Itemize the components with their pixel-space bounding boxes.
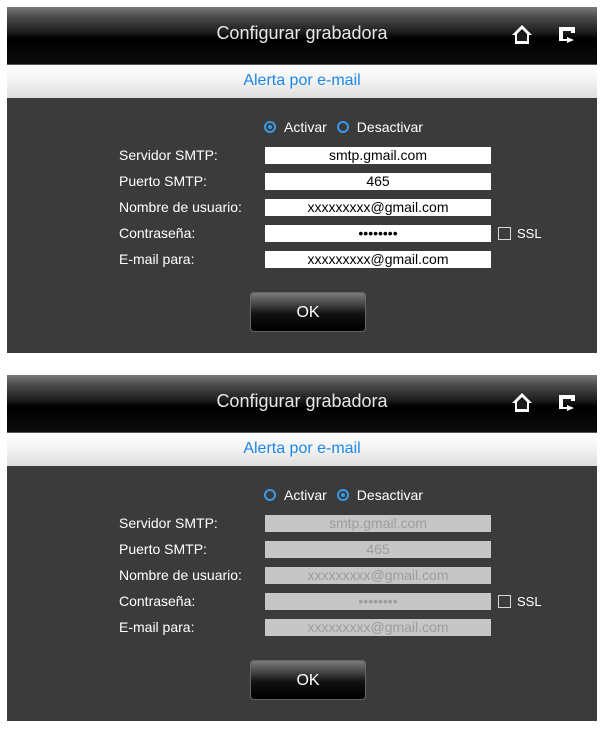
home-icon[interactable] (511, 24, 533, 46)
username-label: Nombre de usuario: (119, 567, 242, 583)
deactivate-radio[interactable] (336, 489, 349, 501)
password-field: •••••••• (265, 593, 491, 610)
username-label: Nombre de usuario: (119, 199, 242, 215)
deactivate-label: Desactivar (356, 119, 423, 135)
ok-button[interactable]: OK (250, 660, 366, 700)
page-title: Configurar grabadora (216, 23, 388, 43)
smtp-server-field: smtp.gmail.com (265, 515, 491, 532)
activate-radio[interactable] (264, 121, 276, 133)
activate-radio[interactable] (264, 489, 276, 501)
deactivate-label: Desactivar (356, 487, 423, 503)
email-to-label: E-mail para: (119, 251, 195, 267)
ok-button[interactable]: OK (250, 292, 366, 332)
username-field[interactable]: xxxxxxxxx@gmail.com (265, 199, 491, 216)
mode-radio-group: Activar Desactivar (264, 485, 433, 505)
smtp-port-field: 465 (265, 541, 491, 558)
smtp-port-field[interactable]: 465 (265, 173, 491, 190)
page-title: Configurar grabadora (216, 391, 388, 411)
smtp-port-label: Puerto SMTP: (119, 173, 207, 189)
password-label: Contraseña: (119, 225, 196, 241)
section-title: Alerta por e-mail (243, 440, 361, 457)
email-to-field: xxxxxxxxx@gmail.com (265, 619, 491, 636)
ssl-checkbox[interactable] (498, 595, 511, 608)
subtitle-bar: Alerta por e-mail (7, 433, 597, 466)
smtp-server-label: Servidor SMTP: (119, 147, 218, 163)
title-bar: Configurar grabadora (7, 7, 597, 65)
ssl-label: SSL (517, 594, 542, 609)
smtp-port-label: Puerto SMTP: (119, 541, 207, 557)
subtitle-bar: Alerta por e-mail (7, 65, 597, 98)
title-bar: Configurar grabadora (7, 375, 597, 433)
password-field[interactable]: •••••••• (265, 225, 491, 242)
activate-label: Activar (284, 119, 327, 135)
mode-radio-group: Activar Desactivar (264, 117, 433, 137)
username-field: xxxxxxxxx@gmail.com (265, 567, 491, 584)
ssl-checkbox[interactable] (498, 227, 511, 240)
section-title: Alerta por e-mail (243, 72, 361, 89)
password-label: Contraseña: (119, 593, 196, 609)
deactivate-radio[interactable] (336, 121, 349, 133)
email-alert-screen-disabled: Configurar grabadora Alerta por e-mail A… (7, 375, 597, 721)
email-to-field[interactable]: xxxxxxxxx@gmail.com (265, 251, 491, 268)
email-to-label: E-mail para: (119, 619, 195, 635)
exit-icon[interactable] (557, 25, 581, 45)
home-icon[interactable] (511, 392, 533, 414)
email-alert-screen-enabled: Configurar grabadora Alerta por e-mail A… (7, 7, 597, 353)
ssl-label: SSL (517, 226, 542, 241)
exit-icon[interactable] (557, 393, 581, 413)
activate-label: Activar (284, 487, 327, 503)
smtp-server-label: Servidor SMTP: (119, 515, 218, 531)
smtp-server-field[interactable]: smtp.gmail.com (265, 147, 491, 164)
